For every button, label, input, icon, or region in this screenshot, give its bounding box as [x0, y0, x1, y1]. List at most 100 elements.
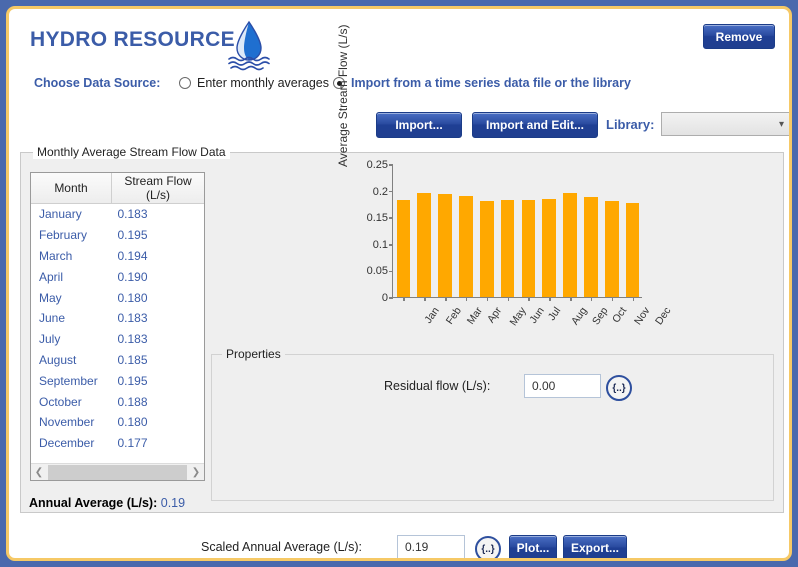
chart-x-tick-mark — [612, 297, 614, 301]
scaled-expression-button[interactable]: {..} — [475, 536, 501, 561]
data-source-label: Choose Data Source: — [34, 76, 160, 90]
library-label: Library: — [606, 117, 654, 132]
chart-bar — [397, 200, 411, 297]
table-row[interactable]: December0.177 — [31, 433, 204, 454]
residual-flow-label: Residual flow (L/s): — [384, 379, 490, 393]
table-header-row: Month Stream Flow (L/s) — [31, 173, 204, 204]
chart-y-tick-mark — [389, 271, 393, 273]
properties-legend: Properties — [222, 347, 285, 361]
chart-x-tick-mark — [633, 297, 635, 301]
radio-label: Import from a time series data file or t… — [351, 76, 631, 90]
chart-bar — [417, 193, 431, 297]
chart-y-tick-label: 0.15 — [367, 212, 388, 224]
import-button[interactable]: Import... — [376, 112, 462, 138]
cell-month: August — [31, 350, 112, 371]
cell-stream-flow: 0.194 — [112, 246, 205, 267]
chart-y-tick-label: 0.05 — [367, 265, 388, 277]
cell-stream-flow: 0.183 — [112, 329, 205, 350]
library-dropdown[interactable]: ▾ — [661, 112, 792, 136]
cell-month: July — [31, 329, 112, 350]
chart-y-tick-mark — [389, 164, 393, 166]
scrollbar-thumb[interactable] — [48, 465, 187, 480]
chart-y-tick-mark — [389, 297, 393, 299]
chart-x-tick-label: Nov — [632, 305, 653, 327]
chart-x-tick-label: Oct — [610, 305, 629, 325]
stream-flow-table: Month Stream Flow (L/s) January0.183Febr… — [31, 173, 204, 454]
annual-average-label: Annual Average (L/s): — [29, 496, 157, 510]
chart-x-tick-mark — [549, 297, 551, 301]
table-row[interactable]: August0.185 — [31, 350, 204, 371]
scaled-annual-average-label: Scaled Annual Average (L/s): — [201, 540, 362, 554]
chart-x-tick-label: May — [507, 305, 528, 328]
chart-x-tick-label: Jul — [546, 305, 564, 323]
group-legend: Monthly Average Stream Flow Data — [33, 145, 230, 159]
cell-month: January — [31, 204, 112, 225]
cell-month: December — [31, 433, 112, 454]
chart-x-tick-label: Apr — [485, 305, 504, 325]
chart-x-tick-mark — [528, 297, 530, 301]
chart-x-tick-label: Sep — [590, 305, 611, 327]
chevron-left-icon[interactable]: ❮ — [31, 467, 47, 478]
table-row[interactable]: July0.183 — [31, 329, 204, 350]
table-row[interactable]: June0.183 — [31, 308, 204, 329]
chart-x-tick-mark — [403, 297, 405, 301]
stream-flow-table-container[interactable]: Month Stream Flow (L/s) January0.183Febr… — [30, 172, 205, 481]
table-row[interactable]: April0.190 — [31, 266, 204, 287]
table-row[interactable]: October0.188 — [31, 391, 204, 412]
table-row[interactable]: November0.180 — [31, 412, 204, 433]
chart-bar — [584, 197, 598, 297]
table-body: January0.183February0.195March0.194April… — [31, 204, 204, 454]
chart-x-tick-label: Mar — [465, 305, 485, 327]
cell-month: April — [31, 266, 112, 287]
radio-enter-monthly-averages[interactable]: Enter monthly averages — [179, 76, 329, 90]
annual-average-value: 0.19 — [161, 496, 185, 510]
cell-month: November — [31, 412, 112, 433]
plot-button[interactable]: Plot... — [509, 535, 557, 561]
cell-stream-flow: 0.180 — [112, 412, 205, 433]
chart-y-tick-mark — [389, 217, 393, 219]
chart-bar — [501, 200, 515, 297]
cell-month: March — [31, 246, 112, 267]
cell-month: June — [31, 308, 112, 329]
chart-x-tick-mark — [424, 297, 426, 301]
remove-button[interactable]: Remove — [703, 24, 775, 49]
scaled-annual-average-input[interactable]: 0.19 — [397, 535, 465, 559]
chart-bar — [605, 201, 619, 297]
chart-y-tick-label: 0.2 — [373, 186, 388, 198]
table-horizontal-scrollbar[interactable]: ❮ ❯ — [31, 463, 204, 480]
import-and-edit-button[interactable]: Import and Edit... — [472, 112, 598, 138]
table-row[interactable]: September0.195 — [31, 370, 204, 391]
residual-expression-button[interactable]: {..} — [606, 375, 632, 401]
cell-stream-flow: 0.177 — [112, 433, 205, 454]
chart-x-tick-label: Jun — [527, 305, 547, 326]
table-row[interactable]: January0.183 — [31, 204, 204, 225]
table-row[interactable]: May0.180 — [31, 287, 204, 308]
cell-stream-flow: 0.183 — [112, 308, 205, 329]
radio-label: Enter monthly averages — [197, 76, 329, 90]
chart-x-tick-label: Jan — [423, 305, 443, 326]
chart-x-tick-label: Aug — [569, 305, 590, 327]
radio-indicator — [179, 77, 191, 89]
export-button[interactable]: Export... — [563, 535, 627, 561]
annual-average: Annual Average (L/s): 0.19 — [29, 496, 185, 510]
column-header-month[interactable]: Month — [31, 173, 112, 204]
chart-x-tick-mark — [466, 297, 468, 301]
cell-stream-flow: 0.185 — [112, 350, 205, 371]
table-row[interactable]: February0.195 — [31, 225, 204, 246]
table-row[interactable]: March0.194 — [31, 246, 204, 267]
column-header-stream-flow[interactable]: Stream Flow (L/s) — [112, 173, 205, 204]
chart-y-tick-label: 0.1 — [373, 239, 388, 251]
properties-group — [211, 354, 774, 501]
chart-y-tick-mark — [389, 244, 393, 246]
cell-stream-flow: 0.188 — [112, 391, 205, 412]
radio-import-time-series[interactable]: Import from a time series data file or t… — [333, 76, 631, 90]
chevron-right-icon[interactable]: ❯ — [188, 467, 204, 478]
cell-month: September — [31, 370, 112, 391]
water-drop-icon — [225, 19, 273, 71]
residual-flow-input[interactable]: 0.00 — [524, 374, 601, 398]
chart-x-tick-mark — [445, 297, 447, 301]
chart-y-axis-label: Average Stream Flow (L/s) — [336, 25, 350, 168]
chart-x-tick-mark — [487, 297, 489, 301]
cell-stream-flow: 0.195 — [112, 225, 205, 246]
cell-month: October — [31, 391, 112, 412]
